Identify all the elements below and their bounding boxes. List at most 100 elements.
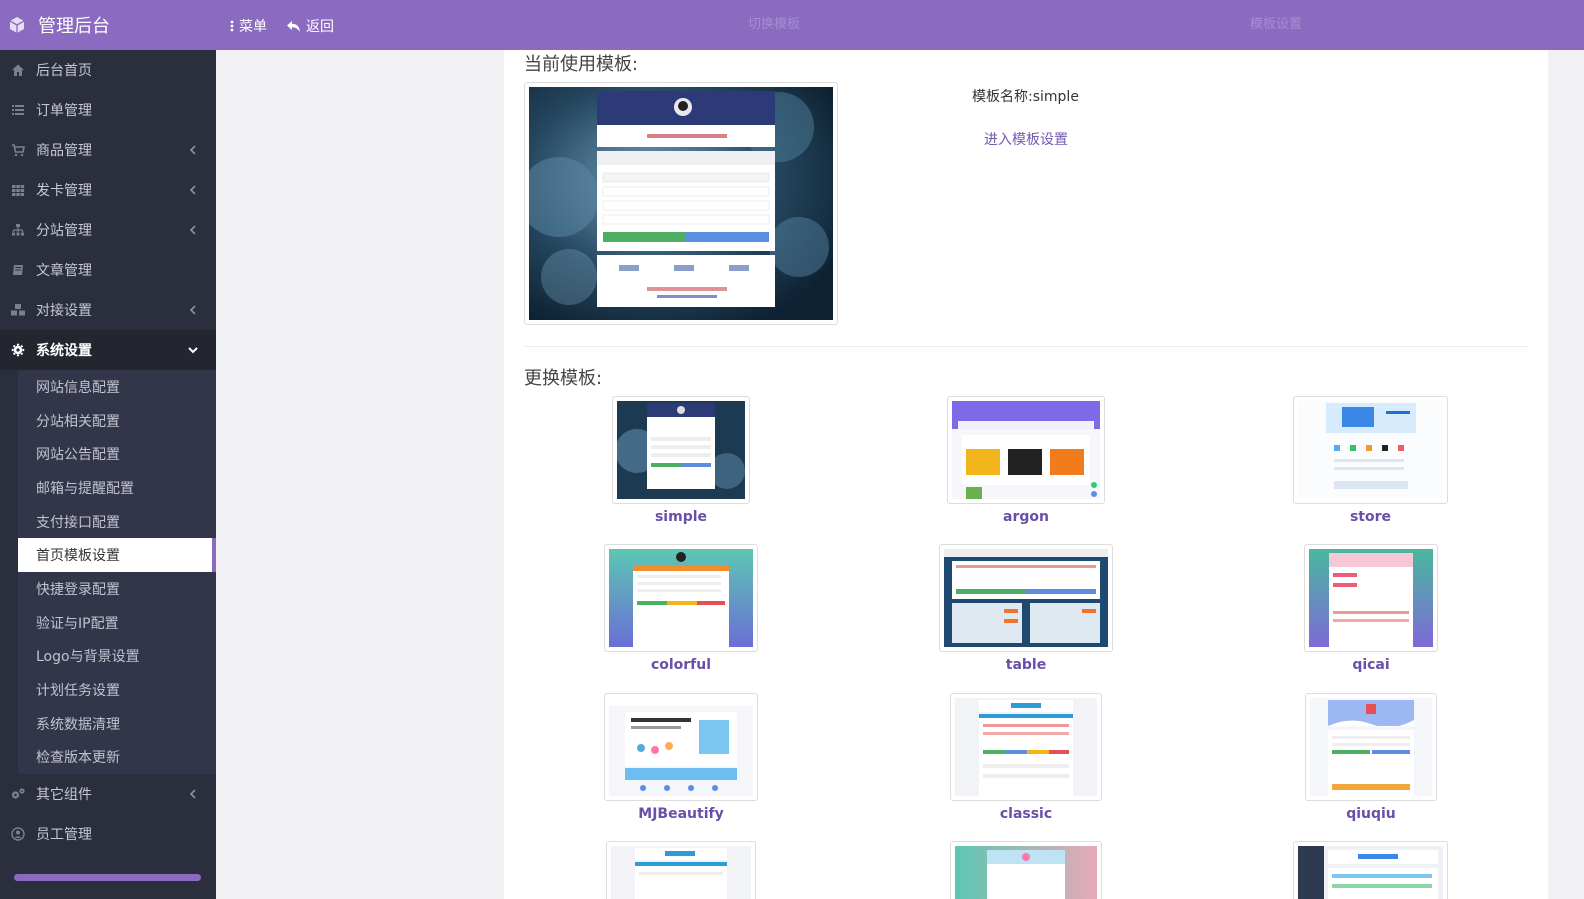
- sidebar-item-system-settings[interactable]: 系统设置: [0, 330, 216, 370]
- template-thumb[interactable]: [939, 544, 1113, 652]
- chevron-left-icon: [186, 143, 200, 157]
- template-preview: [955, 846, 1097, 899]
- sidebar-scrollbar[interactable]: [14, 874, 201, 881]
- template-label: colorful: [650, 657, 712, 673]
- enter-template-settings-link[interactable]: 进入模板设置: [984, 129, 1068, 149]
- cube-icon: [8, 16, 26, 34]
- template-card-argon[interactable]: argon: [947, 396, 1105, 525]
- gears-icon: [10, 786, 26, 802]
- template-card-row4-3[interactable]: [1293, 841, 1448, 899]
- submenu-substation-config[interactable]: 分站相关配置: [18, 404, 216, 438]
- sidebar-item-substations[interactable]: 分站管理: [0, 210, 216, 250]
- template-thumb[interactable]: [1293, 396, 1448, 504]
- sidebar-item-label: 对接设置: [36, 303, 92, 319]
- brand[interactable]: 管理后台: [0, 0, 216, 50]
- tab-template-settings[interactable]: 模板设置: [1250, 13, 1302, 32]
- template-label: MJBeautify: [638, 806, 724, 822]
- template-preview-table: [944, 549, 1108, 647]
- submenu-logo-background[interactable]: Logo与背景设置: [18, 640, 216, 674]
- template-card-qiuqiu[interactable]: qiuqiu: [1305, 693, 1437, 822]
- submenu-scheduled-tasks[interactable]: 计划任务设置: [18, 673, 216, 707]
- template-thumb[interactable]: [1305, 693, 1437, 801]
- sidebar-nav: 后台首页 订单管理 商品管理 发卡管理 分站管理 文章管理 对接设置 系统设置: [0, 50, 216, 370]
- template-preview-argon: [952, 401, 1100, 499]
- chevron-left-icon: [186, 787, 200, 801]
- template-card-classic[interactable]: classic: [950, 693, 1102, 822]
- template-thumb[interactable]: [604, 544, 758, 652]
- template-preview-simple: [615, 401, 745, 499]
- sidebar-item-staff[interactable]: 员工管理: [0, 814, 216, 854]
- sidebar-item-integration[interactable]: 对接设置: [0, 290, 216, 330]
- template-card-colorful[interactable]: colorful: [604, 544, 758, 673]
- template-preview-mjbeautify: [609, 698, 753, 796]
- sidebar-item-products[interactable]: 商品管理: [0, 130, 216, 170]
- gear-icon: [10, 342, 26, 358]
- sidebar-item-articles[interactable]: 文章管理: [0, 250, 216, 290]
- current-template-title: 当前使用模板:: [524, 54, 639, 75]
- submenu-homepage-template[interactable]: 首页模板设置: [18, 538, 216, 573]
- template-card-qicai[interactable]: qicai: [1304, 544, 1438, 673]
- template-preview-qiuqiu: [1310, 698, 1432, 796]
- template-label: argon: [1003, 509, 1049, 525]
- cubes-icon: [10, 302, 26, 318]
- template-card-row4-1[interactable]: [606, 841, 756, 899]
- sidebar-item-other-components[interactable]: 其它组件: [0, 774, 216, 814]
- chevron-down-icon: [186, 343, 200, 357]
- template-label: qiuqiu: [1346, 806, 1396, 822]
- current-template-preview: [519, 82, 838, 325]
- home-icon: [10, 62, 26, 78]
- system-settings-submenu: 网站信息配置 分站相关配置 网站公告配置 邮箱与提醒配置 支付接口配置 首页模板…: [0, 370, 216, 775]
- sidebar-item-orders[interactable]: 订单管理: [0, 90, 216, 130]
- template-thumb[interactable]: [950, 841, 1102, 899]
- template-card-store[interactable]: store: [1293, 396, 1448, 525]
- sidebar-item-label: 系统设置: [36, 343, 92, 359]
- sidebar-item-cards[interactable]: 发卡管理: [0, 170, 216, 210]
- template-label: table: [1005, 657, 1047, 673]
- divider: [524, 346, 1528, 347]
- submenu-announcement-config[interactable]: 网站公告配置: [18, 437, 216, 471]
- template-card-row4-2[interactable]: [950, 841, 1102, 899]
- template-preview-colorful: [609, 549, 753, 647]
- template-preview-qicai: [1309, 549, 1433, 647]
- template-thumb[interactable]: [947, 396, 1105, 504]
- menu-toggle-button[interactable]: 菜单: [230, 16, 267, 36]
- ellipsis-vertical-icon: [230, 20, 234, 32]
- sidebar-item-label: 订单管理: [36, 103, 92, 119]
- template-thumb[interactable]: [606, 841, 756, 899]
- submenu-verify-ip[interactable]: 验证与IP配置: [18, 606, 216, 640]
- topbar: 菜单 返回 切换模板 模板设置: [216, 0, 1584, 50]
- submenu-quick-login[interactable]: 快捷登录配置: [18, 572, 216, 606]
- sitemap-icon: [10, 222, 26, 238]
- submenu-email-config[interactable]: 邮箱与提醒配置: [18, 471, 216, 505]
- template-thumb[interactable]: [612, 396, 750, 504]
- sidebar-item-home[interactable]: 后台首页: [0, 50, 216, 90]
- template-thumb[interactable]: [1304, 544, 1438, 652]
- menu-label: 菜单: [239, 19, 267, 35]
- brand-title: 管理后台: [38, 16, 110, 37]
- list-icon: [10, 102, 26, 118]
- template-card-table[interactable]: table: [939, 544, 1113, 673]
- sidebar-nav-bottom: 其它组件 员工管理: [0, 774, 216, 854]
- chevron-left-icon: [186, 303, 200, 317]
- submenu-data-cleanup[interactable]: 系统数据清理: [18, 707, 216, 741]
- template-card-mjbeautify[interactable]: MJBeautify: [604, 693, 758, 822]
- template-preview-store: [1298, 401, 1443, 499]
- template-thumb[interactable]: [950, 693, 1102, 801]
- sidebar-item-label: 发卡管理: [36, 183, 92, 199]
- template-card-simple[interactable]: simple: [612, 396, 750, 525]
- current-template-screenshot: [519, 87, 833, 320]
- template-panel: 当前使用模板: 模板名称:simple 进入模板设置 更换模板: simple …: [504, 50, 1548, 899]
- sidebar-item-label: 后台首页: [36, 63, 92, 79]
- sidebar-item-label: 文章管理: [36, 263, 92, 279]
- back-button[interactable]: 返回: [286, 16, 334, 36]
- back-label: 返回: [306, 19, 334, 35]
- template-preview: [1298, 846, 1443, 899]
- submenu-check-update[interactable]: 检查版本更新: [18, 741, 216, 775]
- submenu-payment-config[interactable]: 支付接口配置: [18, 505, 216, 539]
- sidebar-item-label: 其它组件: [36, 787, 92, 804]
- submenu-site-info[interactable]: 网站信息配置: [18, 370, 216, 404]
- template-thumb[interactable]: [1293, 841, 1448, 899]
- template-thumb[interactable]: [604, 693, 758, 801]
- sidebar-item-label: 商品管理: [36, 143, 92, 159]
- tab-switch-template[interactable]: 切换模板: [748, 13, 800, 32]
